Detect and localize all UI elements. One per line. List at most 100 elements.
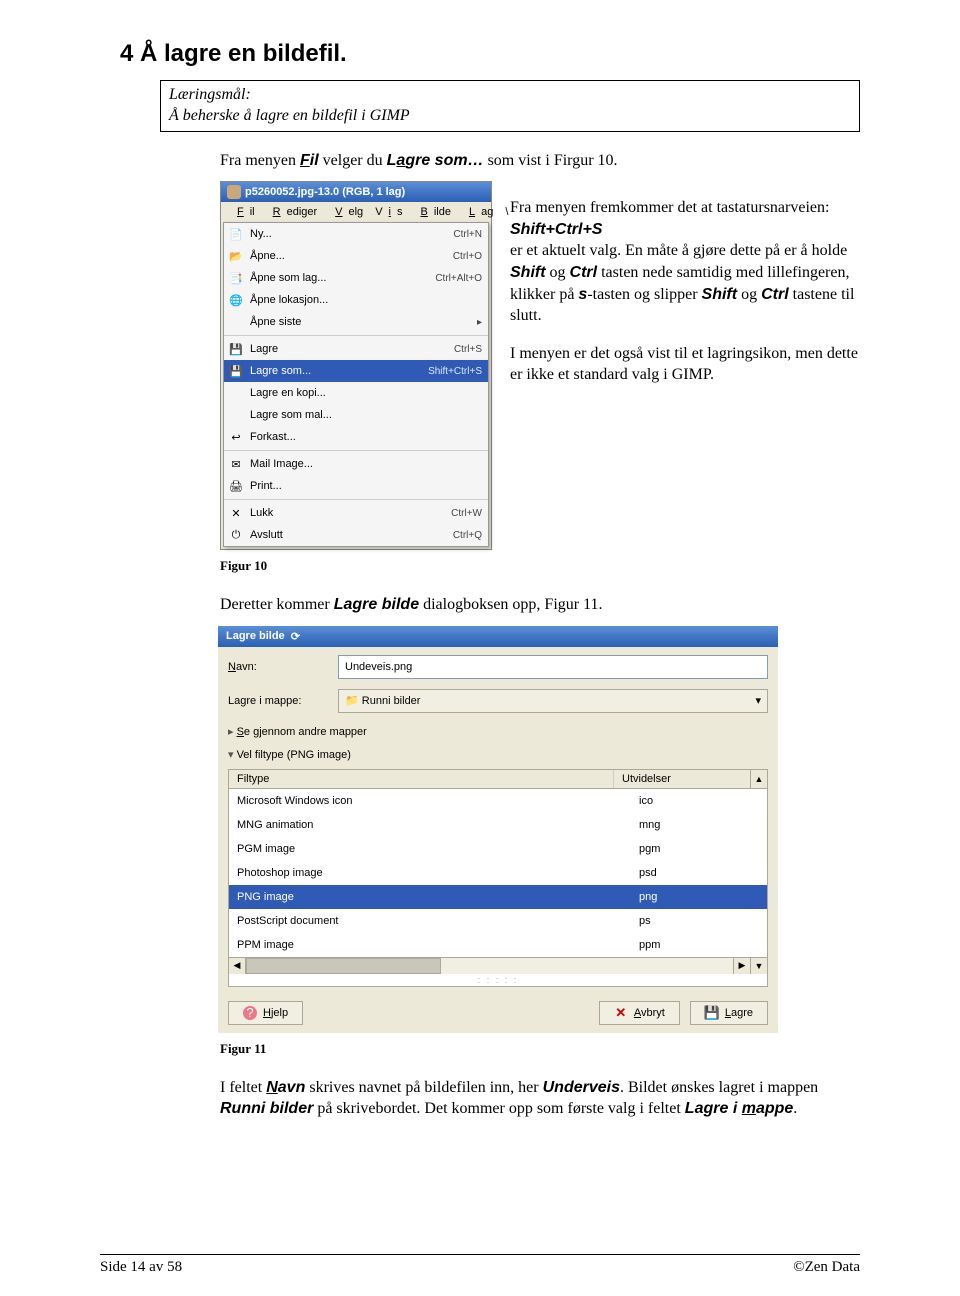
filetype-row[interactable]: Microsoft Windows iconico [229,789,767,813]
folder-icon: 📁 [345,695,359,707]
file-menu-dropdown: 📄 Ny... Ctrl+N 📂 Åpne... Ctrl+O 📑 Åpne som lag.… [223,222,489,547]
menu-item[interactable]: Lagre en kopi... [224,382,488,404]
menu-item-label: Lagre som mal... [250,409,476,421]
help-icon: ? [243,1006,257,1020]
filetype-row[interactable]: PNG imagepng [229,885,767,909]
menu-item-icon: 📑 [228,270,244,286]
col-extension[interactable]: Utvidelser [614,770,750,788]
menu-item[interactable]: Lagre som mal... [224,404,488,426]
menu-item-label: Åpne lokasjon... [250,294,476,306]
menu-vis[interactable]: Vis [369,204,408,220]
menu-item[interactable]: 📑 Åpne som lag... Ctrl+Alt+O [224,267,488,289]
footer-right: ©Zen Data [793,1259,860,1276]
intro-paragraph: Fra menyen FFilil velger du Lagre som…La… [220,150,860,172]
menu-item[interactable]: Åpne siste▸ [224,311,488,333]
save-button[interactable]: 💾 Lagre [690,1001,768,1025]
menu-item[interactable]: ↩ Forkast... [224,426,488,448]
dialog-title: Lagre bilde ⟳ [218,626,778,647]
scroll-right-icon[interactable]: ▶ [733,958,750,974]
help-button[interactable]: ? Hjelp [228,1001,303,1025]
menu-item-label: Lukk [250,507,445,519]
dialog-title-icon: ⟳ [291,630,300,643]
menu-item-label: Print... [250,480,476,492]
filetype-row[interactable]: PostScript documentps [229,909,767,933]
menu-item-icon: 💾 [228,341,244,357]
menu-item[interactable]: 📂 Åpne... Ctrl+O [224,245,488,267]
scroll-down-icon[interactable]: ▼ [750,958,767,974]
menu-item-shortcut: ▸ [477,317,482,328]
browse-expander[interactable]: Se gjennom andre mapper [228,723,768,740]
learning-goals-box: Læringsmål: Å beherske å lagre en bildef… [160,80,860,132]
chevron-down-icon: ▾ [755,694,761,707]
filetype-row[interactable]: Photoshop imagepsd [229,861,767,885]
menu-item-icon: ↩ [228,429,244,445]
menu-item[interactable]: 🌐 Åpne lokasjon... [224,289,488,311]
menu-item[interactable]: 💾LagreCtrl+S [224,338,488,360]
cancel-button[interactable]: ✕ Avbryt [599,1001,680,1025]
window-titlebar: p5260052.jpg-13.0 (RGB, 1 lag) [221,182,491,202]
menu-item[interactable]: 🖨 Print... [224,475,488,497]
name-input[interactable]: Undeveis.png [338,655,768,679]
menu-item[interactable]: ⏻AvsluttCtrl+Q [224,524,488,546]
menu-item-shortcut: Ctrl+O [453,251,482,262]
mid-paragraph: Deretter kommer Lagre bilde dialogboksen… [220,594,860,616]
menu-item-label: Ny... [250,228,447,240]
save-icon: 💾 [705,1006,719,1020]
cancel-icon: ✕ [614,1006,628,1020]
name-label: Navn: [228,661,328,673]
save-dialog: Lagre bilde ⟳ Navn: Undeveis.png Lagre i… [218,626,778,1033]
menu-item-label: Forkast... [250,431,476,443]
folder-label: Lagre i mappe: [228,695,328,707]
menubar: Fil Rediger Velg Vis Bilde Lag \ [221,202,491,222]
gimp-icon [227,185,241,199]
folder-combo[interactable]: 📁 Runni bilder ▾ [338,689,768,713]
resize-grip[interactable]: : : : : : [229,974,767,986]
menu-item-icon [228,314,244,330]
page-footer: Side 14 av 58 ©Zen Data [100,1254,860,1276]
menu-item-shortcut: Ctrl+Alt+O [435,273,482,284]
filetype-row[interactable]: MNG animationmng [229,813,767,837]
menu-item-shortcut: Ctrl+W [451,508,482,519]
menu-item-label: Mail Image... [250,458,476,470]
menu-rediger[interactable]: Rediger [261,204,324,220]
filetype-row[interactable]: PGM imagepgm [229,837,767,861]
goals-text: Å beherske å lagre en bildefil i GIMP [169,106,851,127]
scroll-left-icon[interactable]: ◀ [229,958,246,974]
scroll-up-icon[interactable]: ▲ [750,770,767,788]
figure-11-caption: Figur 11 [220,1041,860,1057]
side-explanation: Fra menyen fremkommer det at tastatursna… [510,181,860,550]
horizontal-scrollbar[interactable]: ◀ ▶ ▼ [229,957,767,974]
gimp-menu-screenshot: p5260052.jpg-13.0 (RGB, 1 lag) Fil Redig… [220,181,492,550]
menu-item[interactable]: ✉ Mail Image... [224,453,488,475]
menu-item-icon: 📂 [228,248,244,264]
filetype-table: Filtype Utvidelser ▲ Microsoft Windows i… [228,769,768,987]
menu-item[interactable]: 📄 Ny... Ctrl+N [224,223,488,245]
menu-item-label: Åpne som lag... [250,272,429,284]
menu-item[interactable]: 💾Lagre som...Shift+Ctrl+S [224,360,488,382]
menu-item-icon: ✉ [228,456,244,472]
menu-bilde[interactable]: Bilde [408,204,456,220]
menu-item-icon: ✕ [228,505,244,521]
menu-fil[interactable]: Fil [225,204,261,220]
menu-item-icon: 🖨 [228,478,244,494]
menu-item-label: Lagre en kopi... [250,387,476,399]
window-title: p5260052.jpg-13.0 (RGB, 1 lag) [245,186,405,198]
menu-item[interactable]: ✕ Lukk Ctrl+W [224,502,488,524]
menu-item-icon [228,385,244,401]
menu-item-label: Åpne... [250,250,447,262]
figure-10-caption: Figur 10 [220,558,860,574]
col-filetype[interactable]: Filtype [229,770,614,788]
menu-velg[interactable]: Velg [323,204,369,220]
menu-item-shortcut: Ctrl+N [453,229,482,240]
menu-item-icon: 💾 [228,363,244,379]
menu-item-label: Lagre [250,343,448,355]
menu-item-shortcut: Shift+Ctrl+S [428,366,482,377]
menu-item-label: Avslutt [250,529,447,541]
menu-item-icon: 📄 [228,226,244,242]
footer-left: Side 14 av 58 [100,1259,182,1276]
menu-item-icon: 🌐 [228,292,244,308]
menu-lag[interactable]: Lag [457,204,499,220]
menu-item-icon: ⏻ [228,527,244,543]
filetype-row[interactable]: PPM imageppm [229,933,767,957]
filetype-expander[interactable]: Vel filtype (PNG image) [228,746,768,763]
